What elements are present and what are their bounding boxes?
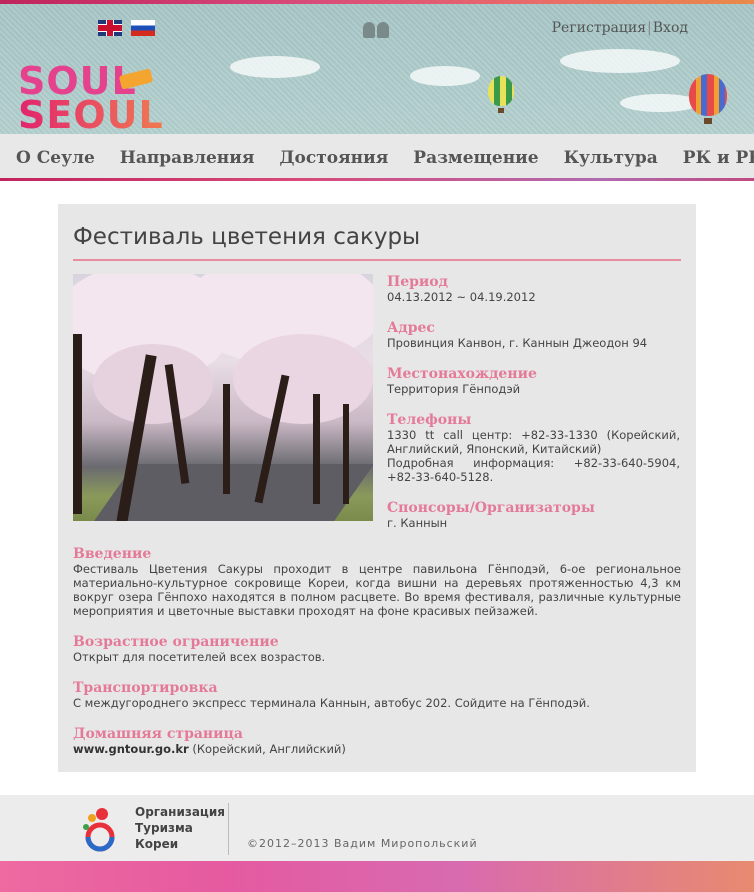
main-navigation: О Сеуле Направления Достояния Размещение… — [0, 134, 754, 178]
cloud-decoration — [410, 66, 480, 86]
org-name-line-2: Туризма — [135, 821, 193, 835]
nav-accent-line — [0, 178, 754, 181]
age-label: Возрастное ограничение — [73, 634, 279, 650]
hot-air-balloon-icon — [689, 74, 727, 116]
phones-label: Телефоны — [387, 412, 472, 428]
cloud-decoration — [560, 49, 680, 73]
homepage-note: (Корейский, Английский) — [188, 742, 346, 756]
age-section: Возрастное ограничение Открыт для посети… — [73, 634, 681, 664]
transport-label: Транспортировка — [73, 680, 218, 696]
nav-item-directions[interactable]: Направления — [120, 148, 255, 168]
sponsors-value: г. Каннын — [387, 516, 448, 530]
link-separator: | — [647, 20, 652, 36]
sponsors-label: Спонсоры/Организаторы — [387, 500, 595, 516]
hot-air-balloon-icon — [488, 76, 514, 106]
account-links: Регистрация|Вход — [552, 20, 688, 36]
logo-line-2: SEOUL — [18, 93, 164, 134]
org-name-line-3: Кореи — [135, 837, 179, 851]
homepage-link[interactable]: www.gntour.go.kr — [73, 742, 189, 756]
homepage-section: Домашняя страница www.gntour.go.kr (Коре… — [73, 726, 681, 756]
transport-value: С междугороднего экспресс терминала Канн… — [73, 696, 590, 710]
ru-flag-icon[interactable] — [131, 20, 155, 36]
balloon-basket — [704, 118, 712, 124]
location-label: Местонахождение — [387, 366, 537, 382]
cloud-decoration — [620, 94, 700, 112]
age-value: Открыт для посетителей всех возрастов. — [73, 650, 326, 664]
address-value: Провинция Канвон, г. Каннын Джеодон 94 — [387, 336, 648, 350]
nav-item-rk[interactable]: РК и РК — [683, 148, 754, 168]
register-link[interactable]: Регистрация — [552, 20, 646, 36]
org-name-line-1: Организация — [135, 805, 225, 819]
cherry-blossom-photo — [73, 274, 373, 521]
period-value: 04.13.2012 ~ 04.19.2012 — [387, 290, 536, 304]
page-title: Фестиваль цветения сакуры — [73, 224, 421, 250]
nav-item-about-seoul[interactable]: О Сеуле — [16, 148, 95, 168]
intro-section: Введение Фестиваль Цветения Сакуры прохо… — [73, 546, 681, 618]
transport-section: Транспортировка С междугороднего экспрес… — [73, 680, 681, 710]
site-footer: Организация Туризма Кореи ©2012–2013 Вад… — [0, 795, 754, 861]
intro-value: Фестиваль Цветения Сакуры проходит в цен… — [73, 562, 681, 618]
balloon-basket — [498, 108, 504, 113]
phones-value-details: Подробная информация: +82-33-640-5904, +… — [387, 456, 680, 484]
soul-seoul-logo[interactable]: SOUL SEOUL — [18, 62, 163, 134]
nav-item-heritage[interactable]: Достояния — [279, 148, 388, 168]
location-value: Территория Гёнподэй — [387, 382, 521, 396]
address-label: Адрес — [387, 320, 435, 336]
site-header: Регистрация|Вход SOUL SEOUL — [0, 4, 754, 134]
korea-tourism-logo-icon[interactable] — [78, 805, 122, 853]
bottom-accent-bar — [0, 861, 754, 892]
event-card: Фестиваль цветения сакуры Период 04.13.2… — [58, 204, 696, 772]
cloud-decoration — [230, 56, 320, 78]
footer-divider — [228, 803, 229, 855]
homepage-label: Домашняя страница — [73, 726, 243, 742]
copyright-text: ©2012–2013 Вадим Миропольский — [247, 837, 478, 850]
title-divider — [73, 259, 681, 261]
phones-value-callcenter: 1330 tt call центр: +82-33-1330 (Корейск… — [387, 428, 680, 456]
nav-item-culture[interactable]: Культура — [564, 148, 658, 168]
nav-item-accommodation[interactable]: Размещение — [413, 148, 538, 168]
org-name: Организация Туризма Кореи — [135, 804, 225, 852]
login-link[interactable]: Вход — [653, 20, 688, 36]
users-icon[interactable] — [363, 20, 391, 38]
intro-label: Введение — [73, 546, 152, 562]
uk-flag-icon[interactable] — [98, 20, 122, 36]
period-label: Период — [387, 274, 448, 290]
